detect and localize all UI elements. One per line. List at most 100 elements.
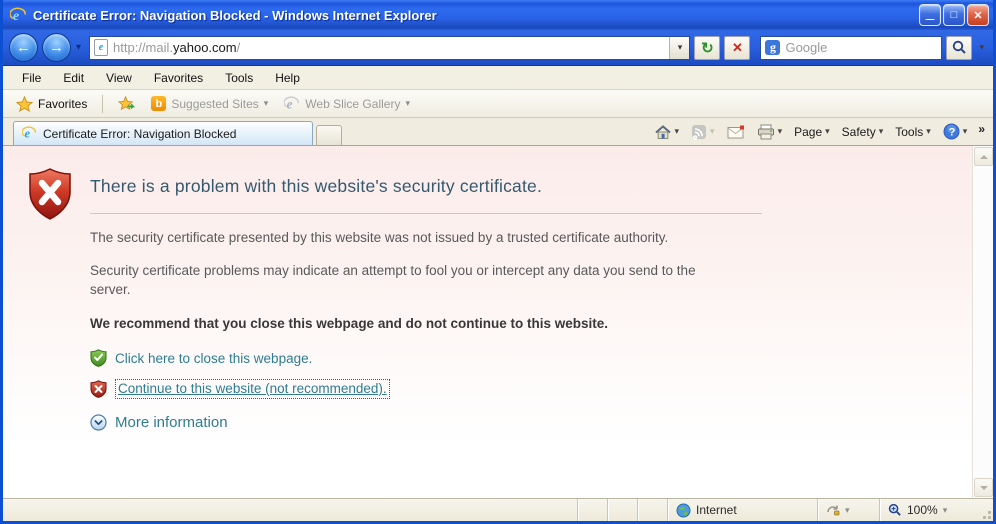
svg-text:?: ?: [948, 127, 955, 139]
search-button[interactable]: [946, 36, 972, 60]
print-button[interactable]: ▾: [752, 122, 788, 142]
maximize-button[interactable]: □: [943, 4, 965, 26]
favorites-button[interactable]: Favorites: [11, 94, 92, 114]
favorites-label: Favorites: [38, 97, 87, 111]
menu-file[interactable]: File: [11, 68, 52, 88]
focus-rectangle: Continue to this website (not recommende…: [115, 379, 390, 399]
ie-logo-icon: e: [10, 7, 27, 24]
continue-website-link[interactable]: Continue to this website (not recommende…: [118, 381, 387, 396]
command-bar: ▾ ▾ ▾ Page ▾ Safety ▾ Tools: [649, 121, 987, 145]
tab-certificate-error[interactable]: e Certificate Error: Navigation Blocked: [13, 121, 313, 145]
maximize-icon: □: [951, 9, 958, 21]
more-information-link[interactable]: More information: [115, 414, 228, 431]
read-mail-button[interactable]: [722, 123, 750, 141]
menu-tools[interactable]: Tools: [214, 68, 264, 88]
separator: [102, 95, 103, 113]
toolbar-overflow-button[interactable]: »: [974, 122, 987, 142]
chevron-down-icon: ▾: [778, 126, 783, 137]
zoom-icon: [888, 503, 902, 517]
resize-grip[interactable]: [979, 499, 993, 521]
help-button[interactable]: ? ▾: [938, 121, 973, 142]
page-title: There is a problem with this website's s…: [90, 176, 762, 197]
printer-icon: [757, 124, 775, 140]
svg-text:e: e: [287, 96, 293, 111]
minimize-button[interactable]: —: [919, 4, 941, 26]
certificate-error-shield-icon: [28, 168, 72, 220]
chevron-down-icon: ▾: [926, 126, 931, 137]
scroll-up-button[interactable]: [974, 147, 993, 166]
chevron-up-icon: [980, 155, 988, 159]
scroll-down-button[interactable]: [974, 478, 993, 497]
forward-button[interactable]: →: [42, 33, 71, 62]
chevron-down-icon: ▾: [845, 505, 850, 516]
close-webpage-link[interactable]: Click here to close this webpage.: [115, 351, 312, 366]
certificate-warning-text: Security certificate problems may indica…: [90, 261, 720, 299]
chevron-down-icon: ▾: [264, 98, 269, 109]
address-bar[interactable]: e http://mail.yahoo.com/ ▾: [89, 36, 690, 60]
star-icon: [16, 96, 33, 112]
search-options-dropdown[interactable]: ▾: [976, 42, 987, 53]
add-favorite-icon: [118, 96, 135, 112]
menu-view[interactable]: View: [95, 68, 143, 88]
home-icon: [654, 124, 672, 140]
menu-favorites[interactable]: Favorites: [143, 68, 214, 88]
vertical-scrollbar[interactable]: [972, 146, 993, 498]
chevron-down-icon: [980, 486, 988, 490]
expand-more-icon: [90, 414, 107, 431]
chevron-down-icon: ▾: [943, 505, 948, 516]
ie-gray-icon: e: [284, 96, 300, 112]
certificate-problem-text: The security certificate presented by th…: [90, 228, 720, 247]
feeds-button[interactable]: ▾: [686, 122, 720, 142]
web-slice-gallery-button[interactable]: e Web Slice Gallery ▾: [279, 94, 415, 114]
page-icon: e: [94, 39, 108, 56]
status-pane: [607, 499, 637, 521]
page-content: There is a problem with this website's s…: [3, 146, 993, 498]
web-slice-gallery-label: Web Slice Gallery: [305, 97, 400, 111]
suggested-sites-label: Suggested Sites: [171, 97, 258, 111]
smartscreen-icon: [826, 504, 840, 517]
refresh-button[interactable]: ↻: [694, 36, 720, 60]
home-button[interactable]: ▾: [649, 122, 685, 142]
page-icon-letter: e: [99, 42, 103, 53]
refresh-icon: ↻: [701, 39, 714, 57]
forward-icon: →: [49, 39, 64, 56]
page-menu-button[interactable]: Page ▾: [789, 123, 835, 141]
status-bar: Internet ▾ 100% ▾: [3, 498, 993, 521]
zone-label: Internet: [696, 503, 737, 517]
status-pane: [577, 499, 607, 521]
zoom-button[interactable]: 100% ▾: [879, 499, 979, 521]
menu-edit[interactable]: Edit: [52, 68, 95, 88]
favorites-bar: Favorites b Suggested Sites ▾ e Web Slic…: [3, 90, 993, 118]
suggested-sites-button[interactable]: b Suggested Sites ▾: [146, 94, 273, 113]
chevron-down-icon: ▾: [879, 126, 884, 137]
back-button[interactable]: ←: [9, 33, 38, 62]
chevron-down-icon: ▾: [825, 126, 830, 137]
new-tab-button[interactable]: [316, 125, 342, 145]
safety-menu-label: Safety: [842, 125, 876, 139]
svg-text:e: e: [25, 127, 31, 141]
title-bar: e Certificate Error: Navigation Blocked …: [3, 0, 993, 30]
search-box[interactable]: g: [760, 36, 942, 60]
minimize-icon: —: [926, 14, 935, 24]
add-to-favorites-bar-button[interactable]: [113, 94, 140, 114]
chevron-down-icon: ▾: [710, 126, 715, 137]
smartscreen-button[interactable]: ▾: [817, 499, 879, 521]
menu-help[interactable]: Help: [264, 68, 311, 88]
browser-window: e Certificate Error: Navigation Blocked …: [0, 0, 996, 524]
divider: [90, 213, 762, 214]
stop-button[interactable]: ✕: [724, 36, 750, 60]
mail-icon: [727, 125, 745, 139]
suggested-sites-icon: b: [151, 96, 166, 111]
address-dropdown[interactable]: ▾: [669, 37, 689, 59]
tools-menu-label: Tools: [895, 125, 923, 139]
rss-icon: [691, 124, 707, 140]
recent-pages-dropdown[interactable]: ▾: [76, 42, 81, 53]
tab-title: Certificate Error: Navigation Blocked: [43, 127, 236, 141]
back-icon: ←: [16, 39, 31, 56]
safety-menu-button[interactable]: Safety ▾: [837, 123, 889, 141]
search-input[interactable]: [785, 40, 937, 55]
close-button[interactable]: ✕: [967, 4, 989, 26]
ie-tab-icon: e: [22, 126, 37, 141]
tools-menu-button[interactable]: Tools ▾: [890, 123, 936, 141]
navigation-bar: ← → ▾ e http://mail.yahoo.com/ ▾ ↻ ✕ g ▾: [3, 30, 993, 66]
